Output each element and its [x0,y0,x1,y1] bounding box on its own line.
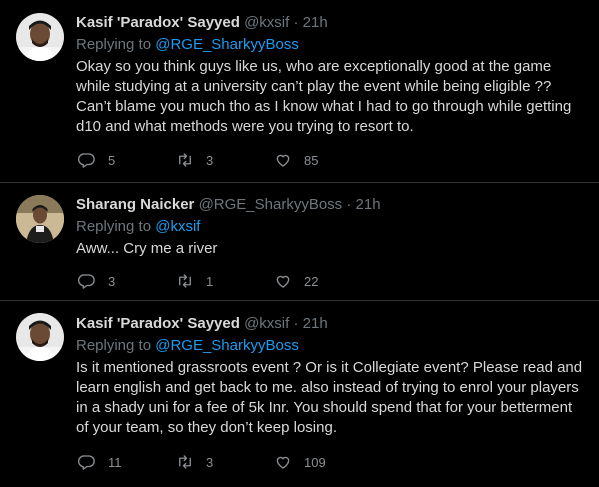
tweet-text: Aww... Cry me a river [76,240,218,257]
timestamp[interactable]: 21h [303,14,328,31]
like-button[interactable]: 22 [274,271,318,291]
timestamp[interactable]: 21h [356,196,381,213]
reply-button[interactable]: 11 [78,452,122,472]
retweet-count: 1 [206,273,214,289]
avatar[interactable] [16,13,64,61]
like-count: 85 [304,152,319,168]
retweet-count: 3 [206,454,214,470]
tweet-actions: 3 1 22 [76,271,376,291]
avatar[interactable] [16,313,64,361]
retweet-icon [176,151,194,169]
user-handle[interactable]: @RGE_SharkyyBoss [199,196,343,213]
retweet-count: 3 [206,152,214,168]
reply-count: 11 [108,454,122,470]
user-handle[interactable]: @kxsif [244,14,289,31]
retweet-icon [176,272,194,290]
like-count: 22 [304,273,319,289]
retweet-button[interactable]: 3 [176,452,213,472]
tweet[interactable]: Sharang Naicker @RGE_SharkyyBoss · 21h R… [0,183,599,300]
reply-button[interactable]: 5 [78,150,115,170]
avatar[interactable] [16,195,64,243]
display-name[interactable]: Kasif 'Paradox' Sayyed [76,315,240,332]
tweet-actions: 5 3 85 [76,150,376,170]
separator-dot: · [346,196,352,213]
tweet-thread: Kasif 'Paradox' Sayyed @kxsif · 21h Repl… [0,0,599,487]
mention-link[interactable]: @RGE_SharkyyBoss [155,36,299,53]
tweet[interactable]: Kasif 'Paradox' Sayyed @kxsif · 21h Repl… [0,0,599,171]
user-handle[interactable]: @kxsif [244,315,289,332]
replying-to-line: Replying to @RGE_SharkyyBoss [76,336,585,356]
reply-icon [78,272,96,290]
display-name[interactable]: Kasif 'Paradox' Sayyed [76,14,240,31]
tweet[interactable]: Kasif 'Paradox' Sayyed @kxsif · 21h Repl… [0,301,599,487]
heart-icon [274,453,292,471]
replying-to-label: Replying to [76,218,156,235]
display-name[interactable]: Sharang Naicker [76,196,194,213]
replying-to-label: Replying to [76,337,156,354]
tweet-text: Okay so you think guys like us, who are … [76,58,572,135]
mention-link[interactable]: @RGE_SharkyyBoss [155,337,299,354]
reply-count: 5 [108,152,116,168]
replying-to-line: Replying to @RGE_SharkyyBoss [76,35,585,55]
heart-icon [274,151,292,169]
replying-to-label: Replying to [76,36,156,53]
like-count: 109 [304,454,326,470]
separator-dot: · [293,315,299,332]
retweet-icon [176,453,194,471]
replying-to-line: Replying to @kxsif [76,217,585,237]
tweet-actions: 11 3 109 [76,452,376,472]
separator-dot: · [293,14,299,31]
timestamp[interactable]: 21h [303,315,328,332]
reply-icon [78,453,96,471]
retweet-button[interactable]: 3 [176,150,213,170]
like-button[interactable]: 85 [274,150,318,170]
reply-button[interactable]: 3 [78,271,115,291]
mention-link[interactable]: @kxsif [155,218,200,235]
heart-icon [274,272,292,290]
reply-icon [78,151,96,169]
reply-count: 3 [108,273,116,289]
retweet-button[interactable]: 1 [176,271,213,291]
tweet-text: Is it mentioned grassroots event ? Or is… [76,359,583,436]
like-button[interactable]: 109 [274,452,326,472]
